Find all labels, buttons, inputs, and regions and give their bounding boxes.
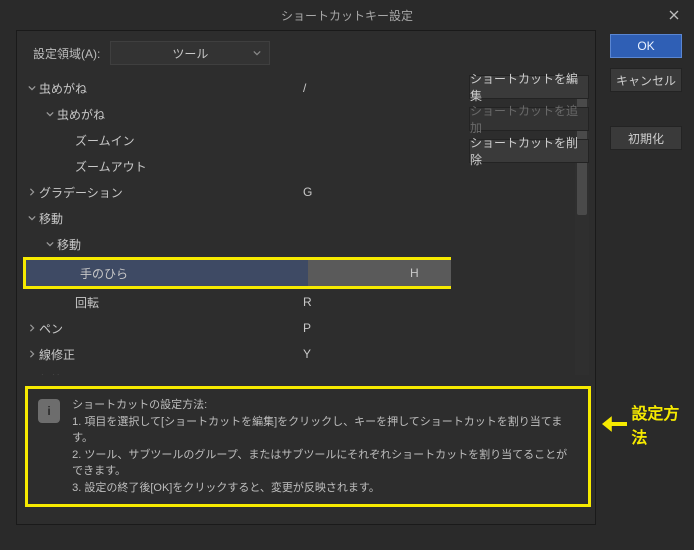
settings-area-label: 設定領域(A): [33,45,100,62]
delete-shortcut-button[interactable]: ショートカットを削除 [469,139,589,163]
tree-item-shortcut: P [303,321,443,335]
tree-row[interactable]: ズームイン [21,127,451,153]
tree-item-label: 移動 [57,236,81,253]
dialog-buttons: OK キャンセル 初期化 [610,34,682,150]
selected-row-highlight: 手のひら H [23,257,451,289]
side-actions: ショートカットを編集 ショートカットを追加 ショートカットを削除 [469,75,589,163]
tree-item-label: 回転 [75,294,99,311]
close-button[interactable] [654,0,694,30]
arrow-left-icon [602,416,627,432]
tree-item-shortcut: P [303,373,443,375]
tree-row[interactable]: 虫めがね / [21,75,451,101]
tree-row[interactable]: 移動 [21,231,451,257]
chevron-down-icon[interactable] [25,84,39,92]
tree-item-label: ペン [39,320,63,337]
shortcut-tree[interactable]: 虫めがね/虫めがねズームインズームアウトグラデーションG移動移動手のひらH回転R… [21,75,451,375]
edit-shortcut-button[interactable]: ショートカットを編集 [469,75,589,99]
tree-item-label: 手のひら [80,265,128,282]
tree-item-label: ズームアウト [75,158,147,175]
tree-row[interactable]: 回転 R [21,289,451,315]
chevron-down-icon[interactable] [25,214,39,222]
chevron-down-icon [253,46,261,60]
tree-row[interactable]: 手のひら H [26,260,451,286]
tree-item-shortcut: H [410,266,451,280]
tree-row[interactable]: 鉛筆 P [21,367,451,375]
annotation-label: 設定方法 [631,400,694,448]
tree-item-label: 線修正 [39,346,75,363]
info-panel: i ショートカットの設定方法: 1. 項目を選択して[ショートカットを編集]をク… [25,386,591,507]
settings-area-row: 設定領域(A): ツール [17,31,595,75]
main-panel: 設定領域(A): ツール 虫めがね / 虫めがねズームインズームアウトグラデーション… [16,30,596,525]
tree-row[interactable]: 移動 [21,205,451,231]
info-text: ショートカットの設定方法: 1. 項目を選択して[ショートカットを編集]をクリッ… [72,397,578,496]
chevron-right-icon[interactable] [25,188,39,196]
chevron-right-icon[interactable] [25,324,39,332]
reset-button[interactable]: 初期化 [610,126,682,150]
chevron-right-icon[interactable] [25,350,39,358]
titlebar: ショートカットキー設定 [0,0,694,30]
info-icon: i [38,399,60,423]
tree-item-label: グラデーション [39,184,123,201]
tree-row[interactable]: 虫めがね [21,101,451,127]
settings-area-value: ツール [172,45,208,62]
tree-item-label: 虫めがね [39,80,87,97]
dialog-title: ショートカットキー設定 [281,7,413,24]
chevron-down-icon[interactable] [43,240,57,248]
tree-item-label: 移動 [39,210,63,227]
tree-row[interactable]: グラデーション G [21,179,451,205]
ok-button[interactable]: OK [610,34,682,58]
add-shortcut-button: ショートカットを追加 [469,107,589,131]
annotation-arrow: 設定方法 [602,400,694,448]
tree-item-shortcut: R [303,295,443,309]
tree-row[interactable]: ズームアウト [21,153,451,179]
close-icon [669,10,679,20]
tree-item-shortcut: G [303,185,443,199]
chevron-down-icon[interactable] [43,110,57,118]
cancel-button[interactable]: キャンセル [610,68,682,92]
tree-row[interactable]: 線修正 Y [21,341,451,367]
tree-item-label: ズームイン [75,132,135,149]
tree-item-label: 鉛筆 [39,372,63,376]
tree-row[interactable]: ペン P [21,315,451,341]
tree-item-shortcut: Y [303,347,443,361]
tree-item-shortcut: / [303,81,443,95]
shortcut-tree-wrap: 虫めがね/虫めがねズームインズームアウトグラデーションG移動移動手のひらH回転R… [21,75,587,375]
settings-area-select[interactable]: ツール [110,41,270,65]
tree-item-label: 虫めがね [57,106,105,123]
